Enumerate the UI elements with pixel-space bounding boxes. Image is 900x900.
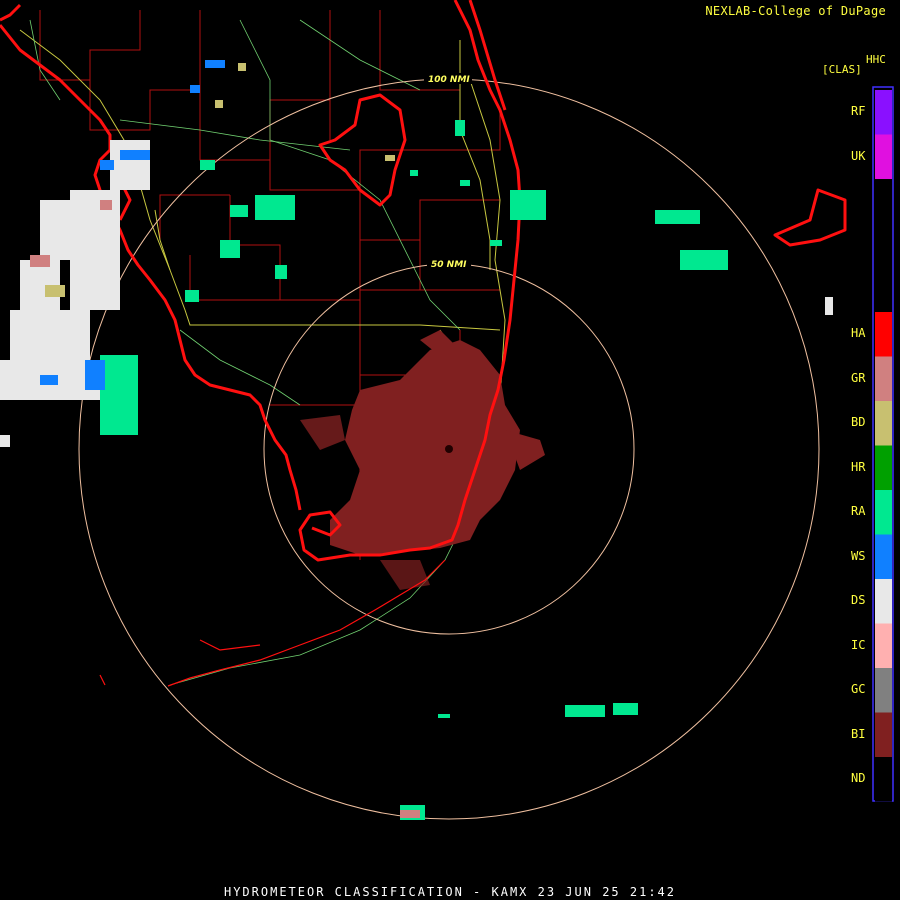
legend-swatch-nd <box>875 757 892 802</box>
legend-swatch-ws <box>875 534 892 579</box>
legend-label-bi: BI <box>851 726 866 741</box>
legend-label-gc: GC <box>851 682 866 697</box>
legend-swatch-ic <box>875 623 892 668</box>
legend-swatch-gr <box>875 356 892 401</box>
legend-swatch-bd <box>875 401 892 446</box>
credit-label: NEXLAB-College of DuPage <box>705 4 886 18</box>
minor-roads <box>29 19 461 686</box>
legend-swatch-bi <box>875 712 892 757</box>
legend-swatch-uk <box>875 134 892 179</box>
legend-swatch-hr <box>875 445 892 490</box>
range-label-50: 50 NMI <box>431 260 467 270</box>
legend-swatch-ds <box>875 579 892 624</box>
radar-site <box>445 445 453 453</box>
legend-swatch-rf <box>875 90 892 135</box>
legend-label-hr: HR <box>851 459 866 474</box>
legend-swatch-ra <box>875 490 892 535</box>
legend-label-ha: HA <box>851 326 866 341</box>
product-code: HHC <box>866 53 886 66</box>
legend-bar <box>872 86 894 802</box>
legend-swatch-ha <box>875 312 892 357</box>
legend-label-ic: IC <box>851 637 866 652</box>
product-title: HYDROMETEOR CLASSIFICATION - KAMX 23 JUN… <box>223 885 676 899</box>
legend-label-ra: RA <box>851 504 866 519</box>
legend-label-bd: BD <box>851 415 866 430</box>
legend-label-gr: GR <box>851 370 866 385</box>
legend-label-nd: ND <box>851 771 866 786</box>
legend-label-ws: WS <box>851 548 866 563</box>
legend-swatch-gc <box>875 668 892 713</box>
range-label-100: 100 NMI <box>428 75 470 85</box>
legend-label-ds: DS <box>851 593 866 608</box>
radar-map: 100 NMI 50 NMI <box>0 0 894 820</box>
legend-label-rf: RF <box>851 104 866 119</box>
legend-label-uk: UK <box>851 148 866 163</box>
product-type: [CLAS] <box>822 63 862 76</box>
biological-echoes <box>300 330 545 590</box>
